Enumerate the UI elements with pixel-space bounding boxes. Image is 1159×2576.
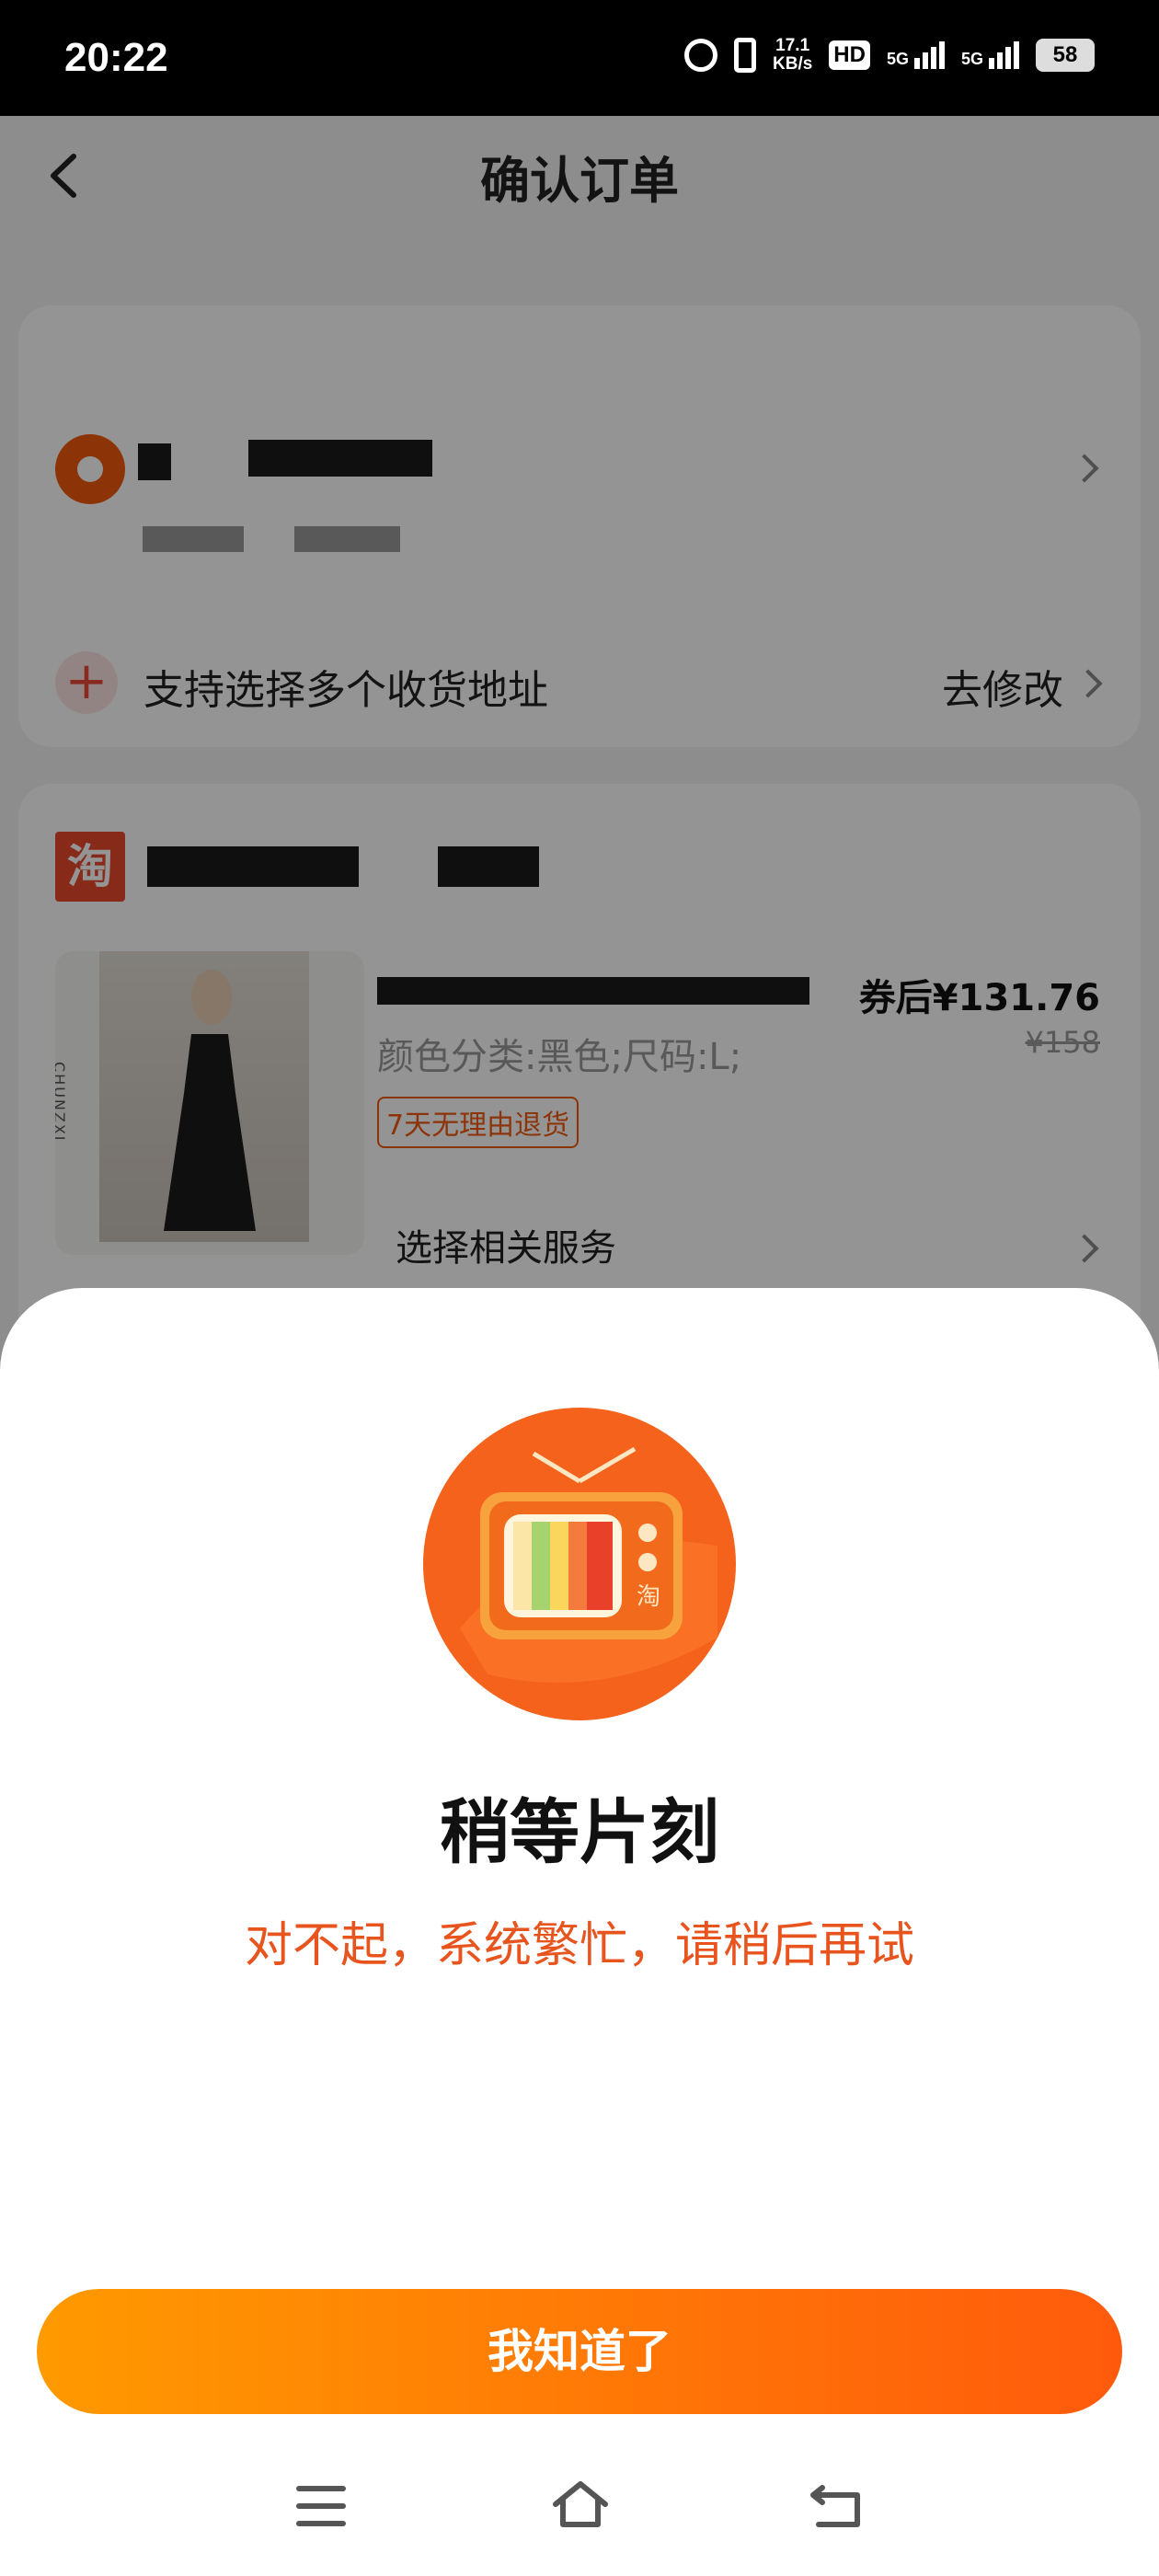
alarm-icon (684, 39, 717, 72)
status-time: 20:22 (64, 35, 168, 80)
back-icon[interactable] (809, 2482, 865, 2530)
system-nav-bar (0, 2447, 1159, 2576)
network-speed: 17.1 KB/s (773, 37, 812, 74)
retro-tv-icon: 淘 (423, 1408, 736, 1720)
modal-title: 稍等片刻 (440, 1791, 719, 1873)
hd-icon: HD (829, 40, 870, 70)
tv-logo: 淘 (637, 1583, 660, 1611)
signal-label-2: 5G (960, 50, 983, 68)
busy-modal: 淘 稍等片刻 对不起，系统繁忙，请稍后再试 我知道了 (0, 1288, 1159, 2576)
network-speed-unit: KB/s (773, 54, 813, 74)
signal-label: 5G (886, 50, 909, 68)
signal-icon-2: 5G (961, 41, 1019, 69)
modal-message: 对不起，系统繁忙，请稍后再试 (244, 1918, 914, 1973)
status-icons: 17.1 KB/s HD 5G 5G 58 (684, 37, 1095, 74)
signal-icon: 5G (887, 41, 945, 69)
battery-icon: 58 (1036, 39, 1095, 72)
network-speed-value: 17.1 (775, 36, 810, 55)
acknowledge-button[interactable]: 我知道了 (37, 2289, 1122, 2414)
home-icon[interactable] (550, 2478, 611, 2530)
vibrate-icon (734, 38, 756, 73)
menu-icon[interactable] (296, 2486, 346, 2526)
status-bar: 20:22 17.1 KB/s HD 5G 5G 58 (0, 0, 1159, 116)
